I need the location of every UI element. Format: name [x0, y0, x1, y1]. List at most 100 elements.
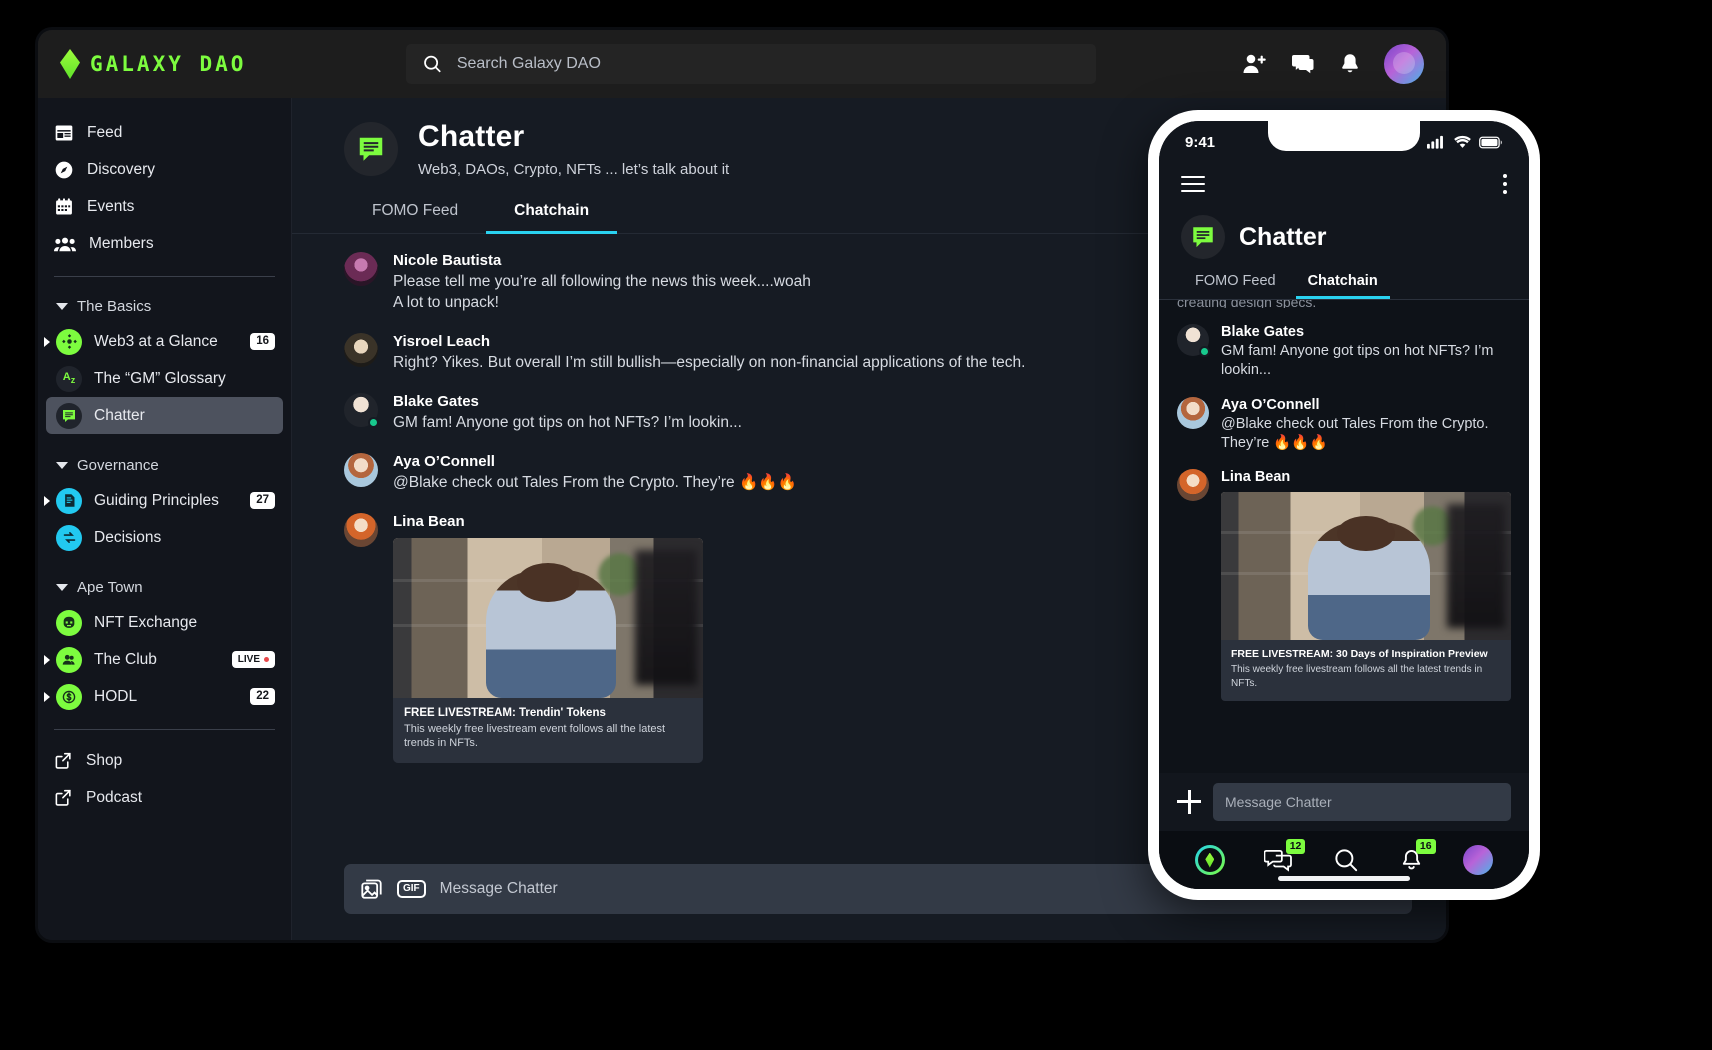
online-status-dot — [368, 416, 379, 428]
gif-button[interactable]: GIF — [397, 880, 426, 898]
sidebar-divider-bottom — [54, 729, 275, 730]
tab-fomo-feed[interactable]: FOMO Feed — [344, 202, 486, 233]
search-icon — [1335, 849, 1358, 872]
card-image — [1221, 492, 1511, 641]
sidebar-item-label: Chatter — [94, 406, 145, 424]
status-time: 9:41 — [1185, 133, 1216, 151]
link-preview-card[interactable]: FREE LIVESTREAM: 30 Days of Inspiration … — [1221, 492, 1511, 702]
chat-bubble-icon — [1193, 227, 1213, 248]
sidebar: Feed Discovery Events Members The Basics… — [38, 98, 292, 940]
wifi-icon — [1454, 135, 1471, 148]
avatar[interactable] — [344, 252, 378, 286]
sidebar-item-feed[interactable]: Feed — [38, 114, 291, 151]
sidebar-item-shop[interactable]: Shop — [38, 742, 291, 779]
phone-mockup: 9:41 Chatter FOMO Feed Chatchain creatin… — [1148, 110, 1540, 900]
bell-icon[interactable] — [1338, 52, 1362, 76]
tab-fomo-feed[interactable]: FOMO Feed — [1179, 273, 1292, 299]
tab-chatchain[interactable]: Chatchain — [1292, 273, 1394, 299]
plus-icon[interactable] — [1177, 790, 1201, 814]
message-author: Blake Gates — [393, 392, 479, 410]
sidebar-item-guiding-principles[interactable]: Guiding Principles 27 — [44, 482, 283, 519]
page-title: Chatter — [418, 120, 525, 153]
brand-logo[interactable]: GALAXY DAO — [60, 49, 328, 79]
search-input[interactable] — [456, 55, 1080, 73]
sidebar-item-nft-exchange[interactable]: NFT Exchange — [46, 604, 283, 641]
expand-arrow-icon — [44, 336, 50, 347]
dollar-coin-icon — [56, 683, 82, 710]
avatar[interactable] — [1177, 324, 1210, 357]
nav-profile[interactable] — [1463, 845, 1494, 875]
user-avatar[interactable] — [1384, 44, 1424, 84]
nav-home[interactable] — [1194, 845, 1225, 875]
sidebar-group-governance[interactable]: Governance — [38, 448, 291, 482]
sidebar-group-ape-town[interactable]: Ape Town — [38, 570, 291, 604]
unread-badge: 16 — [250, 332, 275, 351]
chat-bubble-icon — [56, 402, 82, 429]
sidebar-item-label: Guiding Principles — [94, 491, 219, 509]
message-author: Nicole Bautista — [393, 252, 502, 269]
sidebar-group-label: Ape Town — [77, 578, 143, 596]
card-description: This weekly free livestream event follow… — [404, 722, 666, 750]
avatar[interactable] — [344, 332, 378, 367]
search-bar[interactable] — [406, 44, 1096, 84]
az-glossary-icon: Az — [56, 365, 82, 392]
sidebar-item-members[interactable]: Members — [38, 225, 291, 262]
sidebar-item-label: Podcast — [86, 788, 143, 806]
avatar[interactable] — [344, 512, 378, 547]
phone-notch — [1268, 121, 1420, 151]
sidebar-item-discovery[interactable]: Discovery — [38, 151, 291, 188]
hamburger-menu-icon[interactable] — [1181, 171, 1205, 196]
avatar[interactable] — [344, 452, 378, 487]
phone-app-bar — [1159, 163, 1529, 205]
add-person-icon[interactable] — [1242, 52, 1268, 76]
sidebar-item-web3-at-a-glance[interactable]: Web3 at a Glance 16 — [44, 323, 283, 360]
external-link-icon — [55, 789, 71, 806]
message-text: Please tell me you’re all following the … — [393, 273, 811, 290]
phone-composer[interactable]: Message Chatter — [1159, 773, 1529, 831]
nav-messages[interactable]: 12 — [1264, 838, 1306, 873]
link-preview-card[interactable]: FREE LIVESTREAM: Trendin' Tokens This we… — [393, 537, 703, 764]
tab-chatchain[interactable]: Chatchain — [486, 202, 618, 234]
sidebar-item-label: The “GM” Glossary — [94, 369, 226, 387]
nav-notifications[interactable]: 16 — [1399, 838, 1436, 873]
sidebar-item-gm-glossary[interactable]: Az The “GM” Glossary — [46, 360, 283, 397]
message-item: Aya O’Connell @Blake check out Tales Fro… — [1177, 396, 1511, 454]
avatar[interactable] — [1177, 469, 1209, 502]
channel-subtitle: Web3, DAOs, Crypto, NFTs ... let’s talk … — [418, 161, 730, 178]
search-icon — [424, 55, 441, 73]
message-input[interactable]: Message Chatter — [1213, 783, 1511, 821]
nav-search[interactable] — [1333, 847, 1359, 873]
avatar[interactable] — [1177, 396, 1209, 429]
home-indicator — [1278, 876, 1410, 881]
sidebar-item-events[interactable]: Events — [38, 188, 291, 225]
document-edit-icon — [56, 487, 82, 514]
sidebar-item-podcast[interactable]: Podcast — [38, 779, 291, 816]
expand-arrow-icon — [44, 495, 50, 506]
sidebar-group-label: The Basics — [77, 297, 152, 315]
sidebar-item-label: Discovery — [87, 160, 156, 178]
kebab-menu-icon[interactable] — [1503, 174, 1507, 194]
phone-channel-header: Chatter — [1159, 205, 1529, 259]
image-upload-icon[interactable] — [360, 878, 383, 901]
phone-tabs: FOMO Feed Chatchain — [1159, 259, 1529, 299]
sidebar-group-the-basics[interactable]: The Basics — [38, 289, 291, 323]
expand-arrow-icon — [44, 691, 50, 702]
avatar[interactable] — [344, 392, 379, 428]
top-bar: GALAXY DAO — [38, 30, 1446, 98]
card-title: FREE LIVESTREAM: 30 Days of Inspiration … — [1231, 648, 1488, 661]
message-text: @Blake check out Tales From the Crypto. … — [1221, 415, 1489, 451]
sidebar-item-label: The Club — [94, 650, 157, 668]
compass-icon — [55, 161, 73, 178]
message-item: Blake Gates GM fam! Anyone got tips on h… — [1177, 324, 1511, 381]
messages-icon[interactable] — [1290, 52, 1316, 76]
clipped-message: creating design specs. — [1177, 300, 1317, 308]
sidebar-item-chatter[interactable]: Chatter — [46, 397, 283, 434]
sidebar-item-decisions[interactable]: Decisions — [46, 519, 283, 556]
live-dot-icon — [264, 657, 269, 662]
sidebar-item-the-club[interactable]: The Club LIVE — [44, 641, 283, 678]
phone-message-list[interactable]: creating design specs. Blake Gates GM fa… — [1159, 300, 1529, 773]
badge-count: 12 — [1285, 838, 1306, 854]
alien-icon — [56, 609, 82, 636]
phone-page-title: Chatter — [1239, 222, 1327, 251]
sidebar-item-hodl[interactable]: HODL 22 — [44, 678, 283, 715]
